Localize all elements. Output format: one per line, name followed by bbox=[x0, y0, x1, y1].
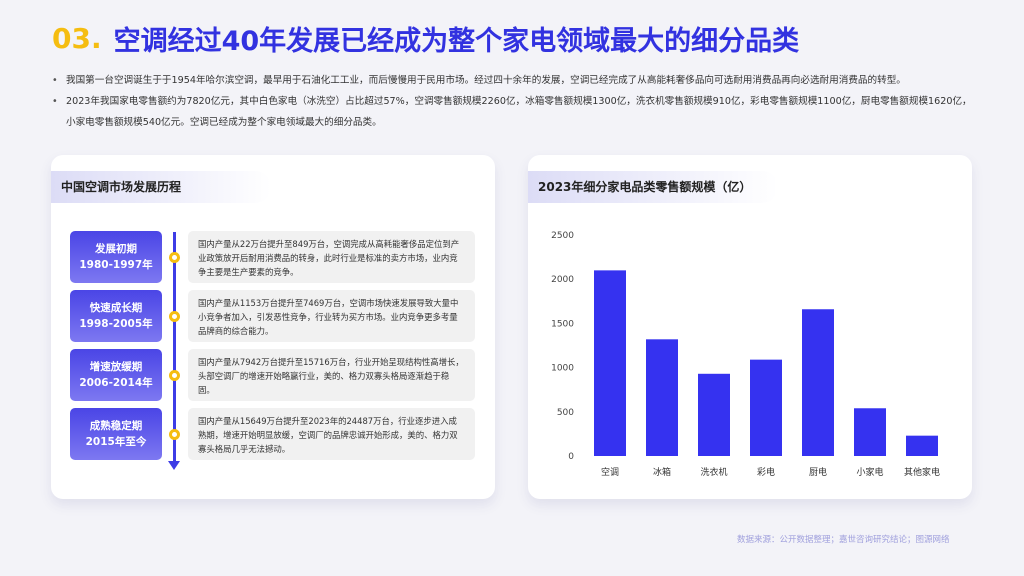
phase-years: 2006-2014年 bbox=[79, 377, 153, 389]
y-tick-label: 1000 bbox=[551, 364, 574, 374]
timeline-arrow-icon bbox=[168, 461, 180, 470]
timeline-card: 中国空调市场发展历程 发展初期 1980-1997年 国内产量从22万台提升至8… bbox=[51, 155, 495, 499]
timeline-card-title: 中国空调市场发展历程 bbox=[51, 171, 271, 203]
page-header: 03. 空调经过40年发展已经成为整个家电领域最大的细分品类 bbox=[52, 18, 799, 58]
bar-chart: 0 500 1000 1500 2000 2500 空调 冰箱 洗衣机 彩电 厨电 小家电 其他家电 bbox=[551, 231, 940, 478]
phase-years: 2015年至今 bbox=[85, 436, 147, 448]
phase-label: 发展初期 1980-1997年 bbox=[70, 231, 162, 283]
x-tick-label: 冰箱 bbox=[653, 466, 671, 478]
x-tick-label: 其他家电 bbox=[904, 466, 940, 478]
phase-label: 增速放缓期 2006-2014年 bbox=[70, 349, 162, 401]
phase-name: 快速成长期 bbox=[89, 302, 143, 314]
page-title: 空调经过40年发展已经成为整个家电领域最大的细分品类 bbox=[113, 25, 800, 57]
x-tick-label: 彩电 bbox=[757, 466, 775, 478]
phase-description: 国内产量从1153万台提升至7469万台，空调市场快速发展导致大量中小竞争者加入… bbox=[188, 290, 475, 342]
phase-years: 1980-1997年 bbox=[79, 259, 153, 271]
timeline-dot bbox=[169, 370, 180, 381]
timeline-dot bbox=[169, 252, 180, 263]
bar-2 bbox=[698, 373, 730, 456]
bullet-item: 2023年我国家电零售额约为7820亿元，其中白色家电（冰洗空）占比超过57%，… bbox=[50, 91, 980, 133]
phase-name: 成熟稳定期 bbox=[89, 420, 143, 432]
phase-years: 1998-2005年 bbox=[79, 318, 153, 330]
y-tick-label: 2500 bbox=[551, 231, 574, 241]
phase-description: 国内产量从22万台提升至849万台，空调完成从高耗能奢侈品定位到产业政策放开后耐… bbox=[188, 231, 475, 283]
timeline-dot bbox=[169, 311, 180, 322]
data-source-note: 数据来源：公开数据整理；嘉世咨询研究结论；图源网络 bbox=[737, 535, 950, 545]
phase-label: 快速成长期 1998-2005年 bbox=[70, 290, 162, 342]
x-tick-label: 洗衣机 bbox=[700, 466, 727, 478]
chart-card: 2023年细分家电品类零售额规模（亿） 0 500 1000 1500 2000 2500… bbox=[528, 155, 972, 499]
x-tick-label: 厨电 bbox=[809, 466, 827, 478]
bar-4 bbox=[802, 309, 834, 456]
bar-5 bbox=[854, 408, 886, 456]
y-tick-label: 500 bbox=[557, 408, 574, 418]
phase-description: 国内产量从7942万台提升至15716万台，行业开始呈现结构性高增长，头部空调厂… bbox=[188, 349, 475, 401]
y-tick-label: 1500 bbox=[551, 319, 574, 329]
section-number: 03. bbox=[52, 21, 102, 55]
y-tick-label: 2000 bbox=[551, 275, 574, 285]
bar-0 bbox=[594, 270, 626, 456]
phase-name: 增速放缓期 bbox=[89, 361, 143, 373]
bar-3 bbox=[750, 359, 782, 456]
y-tick-label: 0 bbox=[568, 452, 574, 462]
x-tick-label: 空调 bbox=[601, 466, 619, 478]
bar-1 bbox=[646, 339, 678, 456]
timeline-dot bbox=[169, 429, 180, 440]
phase-label: 成熟稳定期 2015年至今 bbox=[70, 408, 162, 460]
bullet-item: 我国第一台空调诞生于于1954年哈尔滨空调，最早用于石油化工工业，而后慢慢用于民… bbox=[50, 70, 980, 91]
phase-name: 发展初期 bbox=[95, 243, 137, 255]
bar-6 bbox=[906, 435, 938, 456]
phase-description: 国内产量从15649万台提升至2023年的24487万台，行业逐步进入成熟期，增… bbox=[188, 408, 475, 460]
x-tick-label: 小家电 bbox=[856, 466, 883, 478]
summary-bullets: 我国第一台空调诞生于于1954年哈尔滨空调，最早用于石油化工工业，而后慢慢用于民… bbox=[50, 70, 980, 133]
